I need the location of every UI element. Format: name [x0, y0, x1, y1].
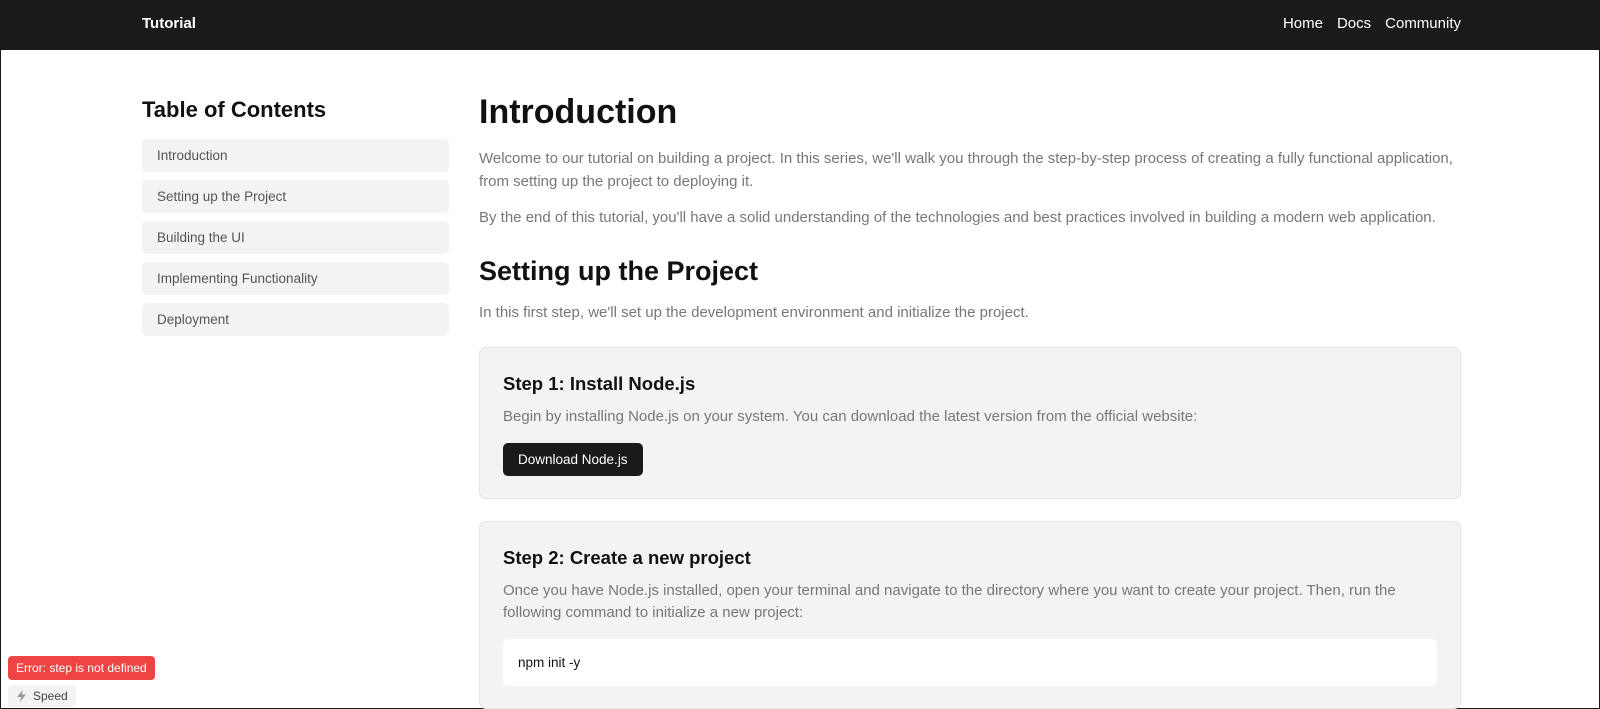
- intro-paragraph-2: By the end of this tutorial, you'll have…: [479, 209, 1436, 226]
- table-of-contents: Table of Contents Introduction Setting u…: [142, 97, 449, 344]
- error-toast[interactable]: Error: step is not defined: [8, 656, 155, 680]
- nav-community-link[interactable]: Community: [1385, 15, 1461, 32]
- page-title: Introduction: [479, 93, 678, 131]
- nav-home-link[interactable]: Home: [1283, 15, 1323, 32]
- step-1-text: Begin by installing Node.js on your syst…: [503, 408, 1198, 425]
- toc-item-setting-up[interactable]: Setting up the Project: [142, 180, 449, 213]
- setup-description: In this first step, we'll set up the dev…: [479, 303, 1029, 321]
- step-2-title: Step 2: Create a new project: [503, 546, 751, 568]
- section-title-setup: Setting up the Project: [479, 255, 759, 286]
- main-nav: Home Docs Community: [1283, 15, 1461, 32]
- speed-label: Speed: [33, 689, 68, 703]
- lightning-icon: [17, 690, 26, 702]
- toc-item-implementing[interactable]: Implementing Functionality: [142, 262, 449, 295]
- nav-docs-link[interactable]: Docs: [1337, 15, 1371, 32]
- step-2-text: Once you have Node.js installed, open yo…: [503, 581, 1396, 622]
- step-card-1: Step 1: Install Node.js Begin by install…: [479, 347, 1461, 499]
- main-content: Introduction Welcome to our tutorial on …: [479, 93, 1461, 709]
- top-navbar: Tutorial Home Docs Community: [1, 1, 1600, 50]
- toc-item-deployment[interactable]: Deployment: [142, 303, 449, 336]
- step-card-2: Step 2: Create a new project Once you ha…: [479, 520, 1461, 709]
- toc-item-building-ui[interactable]: Building the UI: [142, 221, 449, 254]
- download-nodejs-button[interactable]: Download Node.js: [503, 442, 643, 476]
- step-1-title: Step 1: Install Node.js: [503, 373, 696, 394]
- brand-logo-link[interactable]: Tutorial: [142, 15, 196, 32]
- speed-indicator[interactable]: Speed: [8, 685, 76, 707]
- intro-paragraph-1: Welcome to our tutorial on building a pr…: [479, 150, 1453, 190]
- toc-item-introduction[interactable]: Introduction: [142, 139, 449, 172]
- code-block: npm init -y: [503, 638, 1437, 686]
- toc-title: Table of Contents: [142, 97, 327, 122]
